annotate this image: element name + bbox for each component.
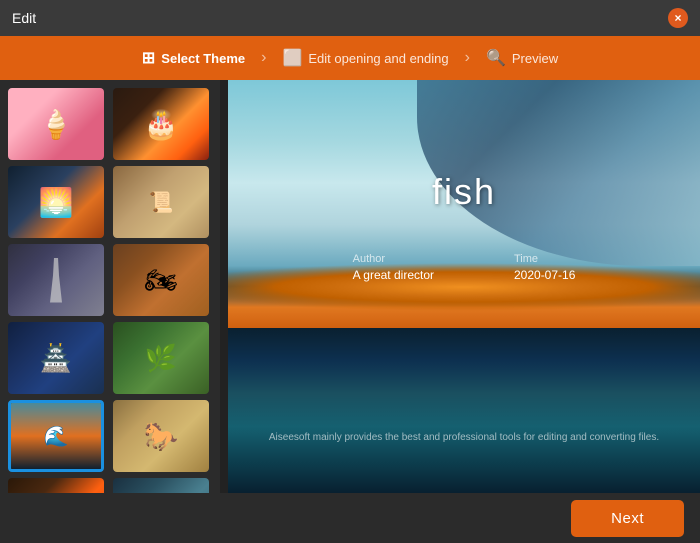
preview-inner: fish Author A great director Time 2020-0…: [228, 80, 700, 493]
step-select-theme-label: Select Theme: [161, 51, 245, 66]
thumb-bg-9: 🌊: [11, 403, 101, 469]
paper-icon: 📜: [149, 190, 174, 215]
thumb-bg-10: 🐎: [113, 400, 209, 472]
steps-bar: ⊞ Select Theme › ⬜ Edit opening and endi…: [0, 36, 700, 80]
nature-icon: 🌿: [145, 343, 177, 374]
title-bar: Edit ×: [0, 0, 700, 36]
time-value: 2020-07-16: [514, 268, 575, 282]
thumb-bg-6: 🏍: [113, 244, 209, 316]
architecture-icon: 🏯: [40, 343, 72, 374]
preview-background: [228, 80, 700, 493]
next-button[interactable]: Next: [571, 500, 684, 537]
panel-divider: [220, 80, 228, 493]
reflection-layer: [228, 328, 700, 493]
main-content: 🍦 🎂 🌅 📜 🏍: [0, 80, 700, 493]
thumb-bg-12: 🌊: [113, 478, 209, 493]
thumbnail-12[interactable]: 🌊 ⬇: [113, 478, 209, 493]
thumbnail-1[interactable]: 🍦: [8, 88, 104, 160]
thumb-bg-5: [8, 244, 104, 316]
preview-meta: Author A great director Time 2020-07-16: [353, 253, 576, 282]
close-button[interactable]: ×: [668, 8, 688, 28]
step-edit-opening[interactable]: ⬜ Edit opening and ending: [268, 48, 462, 68]
cupcake-icon: 🍦: [39, 108, 74, 141]
step-edit-opening-label: Edit opening and ending: [308, 51, 448, 66]
preview-footer: Aiseesoft mainly provides the best and p…: [269, 432, 659, 443]
step-preview[interactable]: 🔍 Preview: [472, 48, 572, 68]
thumbnail-2[interactable]: 🎂: [113, 88, 209, 160]
thumbnail-9[interactable]: 🌊: [8, 400, 104, 472]
step-preview-label: Preview: [512, 51, 558, 66]
thumbnail-10[interactable]: 🐎: [113, 400, 209, 472]
theme-icon: ⊞: [142, 48, 155, 68]
thumbnail-6[interactable]: 🏍: [113, 244, 209, 316]
thumbnail-panel: 🍦 🎂 🌅 📜 🏍: [0, 80, 220, 493]
thumb-bg-8: 🌿: [113, 322, 209, 394]
step-arrow-2: ›: [465, 49, 470, 67]
lake-icon: 🌊: [44, 424, 69, 449]
motocross-icon: 🏍: [144, 265, 177, 296]
preview-panel: fish Author A great director Time 2020-0…: [228, 80, 700, 493]
preview-icon: 🔍: [486, 48, 506, 68]
bottom-bar: Next: [0, 493, 700, 543]
thumbnail-11[interactable]: 🎃 ⬇: [8, 478, 104, 493]
thumbnail-7[interactable]: 🏯: [8, 322, 104, 394]
thumbnail-3[interactable]: 🌅: [8, 166, 104, 238]
candles-icon: 🎂: [144, 108, 179, 141]
thumb-bg-7: 🏯: [8, 322, 104, 394]
horse-icon: 🐎: [144, 420, 179, 453]
thumb-bg-2: 🎂: [113, 88, 209, 160]
thumbnail-5[interactable]: [8, 244, 104, 316]
edit-icon: ⬜: [282, 48, 302, 68]
step-select-theme[interactable]: ⊞ Select Theme: [128, 48, 259, 68]
thumbnail-4[interactable]: 📜: [113, 166, 209, 238]
author-label: Author: [353, 253, 385, 265]
thumb-bg-3: 🌅: [8, 166, 104, 238]
eiffel-shape: [46, 258, 66, 303]
thumb-bg-4: 📜: [113, 166, 209, 238]
thumb-bg-1: 🍦: [8, 88, 104, 160]
thumbnail-8[interactable]: 🌿: [113, 322, 209, 394]
meta-author: Author A great director: [353, 253, 434, 282]
window-title: Edit: [12, 10, 36, 26]
step-arrow-1: ›: [261, 49, 266, 67]
silhouette-icon: 🌅: [39, 186, 74, 219]
author-value: A great director: [353, 268, 434, 282]
preview-title: fish: [432, 171, 496, 213]
meta-time: Time 2020-07-16: [514, 253, 575, 282]
thumb-bg-11: 🎃: [8, 478, 104, 493]
time-label: Time: [514, 253, 538, 265]
